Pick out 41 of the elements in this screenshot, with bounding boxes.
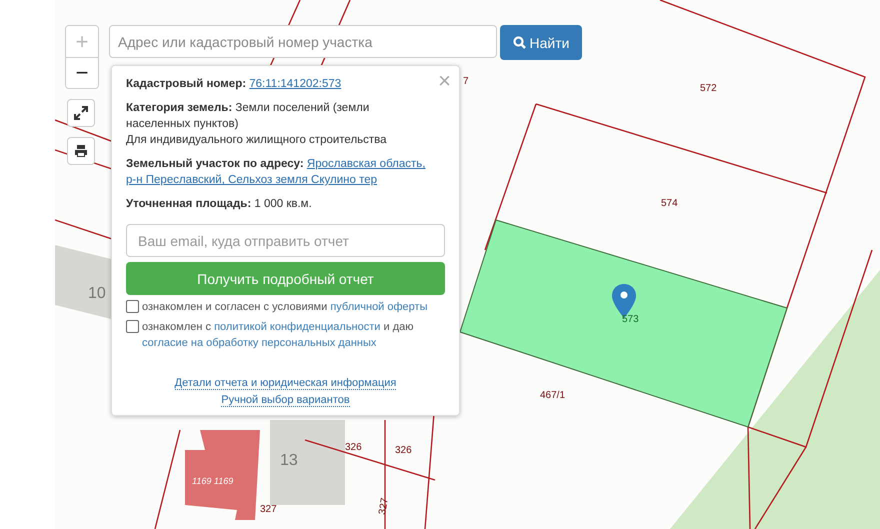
consent-checkbox[interactable] [126, 300, 139, 313]
selected-parcel[interactable] [459, 219, 788, 428]
info-link[interactable]: Ярославская область, [306, 158, 426, 170]
email-field[interactable]: Ваш email, куда отправить отчет [126, 224, 445, 257]
print-button[interactable] [67, 137, 95, 165]
map-label: 573 [622, 314, 639, 325]
info-link[interactable]: 76:11:141202:573 [249, 78, 342, 90]
expand-icon [74, 106, 88, 120]
map-label: 574 [661, 198, 678, 209]
map-label: 7 [463, 76, 469, 87]
map-label: 327 [377, 497, 391, 516]
consent-text: ознакомлен с политикой конфиденциальности и даю согласие на обработку персональных данных [142, 320, 414, 351]
footer-link[interactable]: Детали отчета и юридическая информация [174, 377, 396, 390]
info-link[interactable]: р-н Переславский, Сельхоз земля Скулино тер [126, 174, 378, 186]
info-field: Кадастровый номер: 76:11:141202:573 [126, 76, 342, 92]
consent-link[interactable]: публичной оферты [330, 301, 428, 313]
info-field: Категория земель: Земли поселений (земли населенных пунктов) [126, 100, 426, 132]
get-report-button[interactable]: Получить подробный отчет [126, 262, 445, 295]
map-label: 327 [260, 504, 277, 515]
close-button[interactable]: × [438, 70, 451, 92]
map-label: 326 [395, 445, 412, 456]
map-label: 326 [345, 442, 362, 453]
info-note: Для индивидуального жилищного строительства [126, 133, 388, 148]
info-field: Уточненная площадь: 1 000 кв.м. [126, 196, 312, 212]
fullscreen-button[interactable] [67, 99, 95, 127]
consent-text: ознакомлен и согласен с условиями публичной оферты [142, 300, 428, 315]
map-label: 467/1 [540, 390, 566, 401]
footer-link[interactable]: Ручной выбор вариантов [221, 394, 350, 407]
address-search-field[interactable]: Адрес или кадастровый номер участка [109, 25, 497, 58]
search-icon [512, 36, 526, 49]
find-button[interactable]: Найти [500, 25, 582, 60]
info-field: Земельный участок по адресу: Ярославская область, р-н Переславский, Сельхоз земля Скулино тер [126, 156, 426, 188]
consent-link[interactable]: политикой конфиденциальности [214, 321, 380, 333]
map-label: 10 [88, 285, 106, 302]
zoom-out-button[interactable]: − [66, 57, 98, 88]
map-label: 13 [280, 452, 298, 469]
map-label: 572 [700, 83, 717, 94]
print-icon [74, 144, 88, 158]
map-label: 1169 1169 [192, 476, 234, 486]
consent-checkbox[interactable] [126, 320, 139, 333]
consent-link[interactable]: согласие на обработку персональных данных [142, 337, 376, 349]
